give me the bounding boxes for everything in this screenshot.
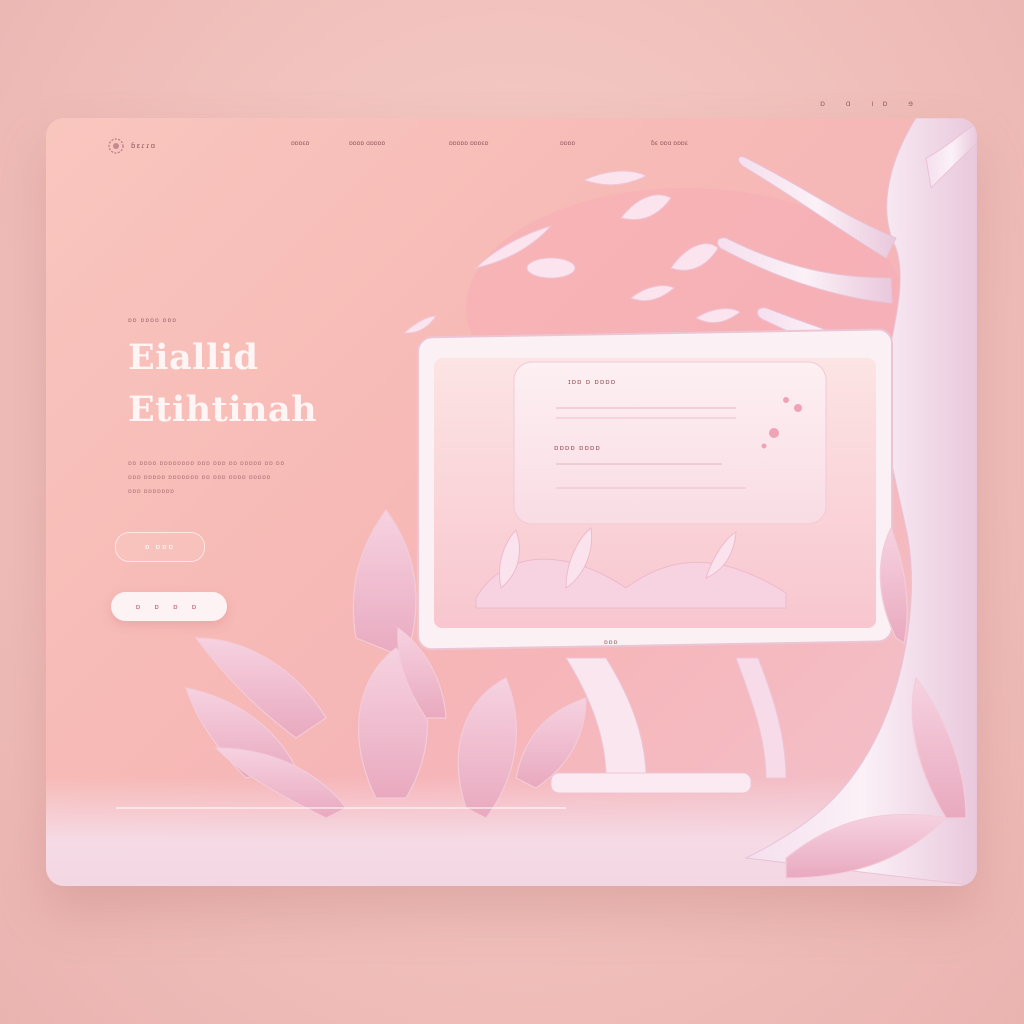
monitor-brand: ɒɒɒ	[604, 639, 619, 646]
monitor-stand	[550, 657, 787, 794]
headline-line-1: Eiallid	[128, 337, 259, 378]
hero-body-copy: ɒɒ ɒɒɒɒ ɒɒɒɒɒɒɒɒ ɒɒɒ ɒɒɒ ɒɒ ɒɒɒɒɒ ɒɒ ɒɒ …	[128, 457, 338, 499]
hero-eyebrow: ɒɒ ɒɒɒɒ ɒɒɒ	[128, 317, 178, 324]
landing-page: ɓɛɾɾɑ ɒɒɒɛɒ ɒɒɒɒ ɑɒɒɒɒ ɒɒɒɒɒ ɒɒɒɛɒ ɒɒɒɒ …	[46, 118, 977, 886]
nav-link-5[interactable]: ɓɛ ɒɒɑ ɒɒɒɛ	[651, 140, 688, 147]
logo[interactable]: ɓɛɾɾɑ	[106, 136, 156, 156]
headline-line-2: Etihtinah	[128, 389, 318, 430]
logo-text: ɓɛɾɾɑ	[131, 142, 157, 150]
corner-glyphs: ɒ ɑ ıɒ ɘ	[820, 99, 923, 108]
monitor-card-title: ɪɒɒ ɒ ɒɒɒɒ	[568, 378, 617, 386]
logo-mark-icon	[108, 138, 124, 154]
body-line-3: ɒɒɒ ɒɒɒɒɒɒɒ	[128, 488, 175, 495]
nav-link-1[interactable]: ɒɒɒɛɒ	[291, 140, 309, 147]
primary-button[interactable]: ɒ ɒ ɒ ɒ	[111, 592, 227, 621]
nav-link-4[interactable]: ɒɒɒɒ	[560, 140, 575, 147]
hero-headline: Eiallid Etihtinah	[128, 332, 317, 436]
monitor-field-label: ɒɒɒɒ ɒɒɒɒ	[554, 444, 601, 452]
secondary-button[interactable]: ɒ ɒɒɒ	[115, 532, 205, 562]
body-line-2: ɒɒɒ ɒɒɒɒɒ ɒɒɒɒɒɒɒ ɒɒ ɒɒɒ ɒɒɒɒ ɒɒɒɒɒ	[128, 474, 271, 481]
top-navigation: ɓɛɾɾɑ ɒɒɒɛɒ ɒɒɒɒ ɑɒɒɒɒ ɒɒɒɒɒ ɒɒɒɛɒ ɒɒɒɒ …	[106, 136, 947, 156]
monitor-illustration	[417, 328, 893, 651]
nav-link-3[interactable]: ɒɒɒɒɒ ɒɒɒɛɒ	[449, 140, 488, 147]
hero-illustration	[116, 118, 977, 886]
body-line-1: ɒɒ ɒɒɒɒ ɒɒɒɒɒɒɒɒ ɒɒɒ ɒɒɒ ɒɒ ɒɒɒɒɒ ɒɒ ɒɒ	[128, 460, 285, 467]
nav-link-2[interactable]: ɒɒɒɒ ɑɒɒɒɒ	[349, 140, 385, 147]
